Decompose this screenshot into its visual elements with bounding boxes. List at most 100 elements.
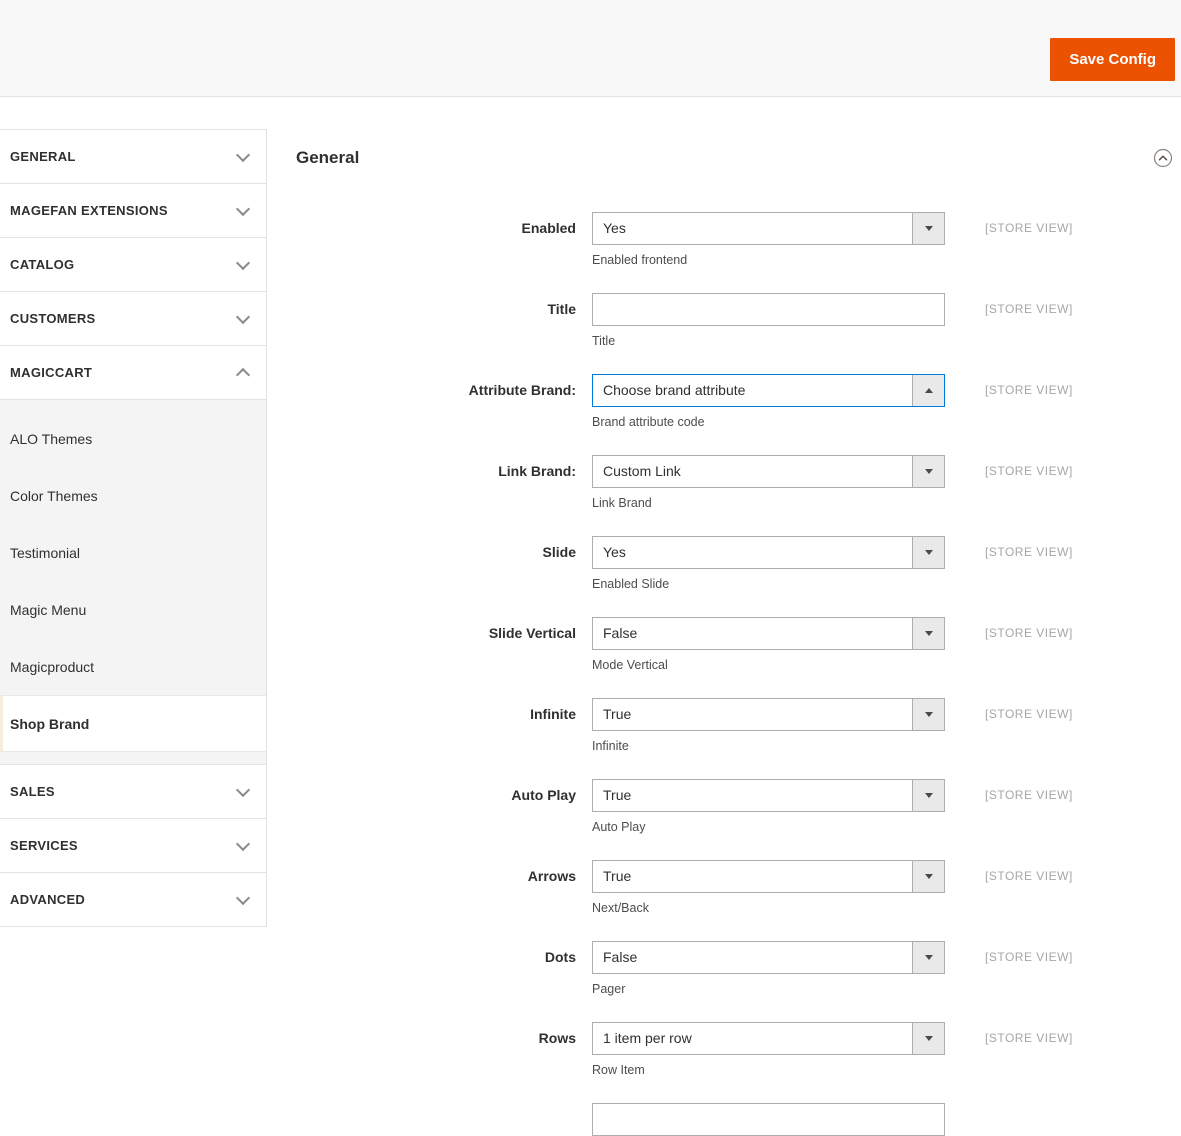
field-control: Yes Enabled Slide	[592, 536, 945, 592]
save-config-button[interactable]: Save Config	[1050, 38, 1175, 81]
field-hint: Enabled frontend	[592, 253, 688, 267]
dropdown-toggle-button[interactable]	[912, 618, 944, 649]
sidebar-item-magic-menu[interactable]: Magic Menu	[0, 581, 266, 638]
scope-label: [STORE VIEW]	[985, 383, 1073, 397]
sidebar-section-magefan-extensions[interactable]: MAGEFAN EXTENSIONS	[0, 184, 266, 238]
sidebar-item-magicproduct[interactable]: Magicproduct	[0, 638, 266, 695]
field-hint: Row Item	[592, 1063, 645, 1077]
select-value: Yes	[603, 544, 626, 560]
select-value: True	[603, 787, 632, 803]
field-label: Infinite	[530, 706, 576, 722]
sidebar-section-label: MAGICCART	[10, 365, 93, 380]
sidebar-section-label: CATALOG	[10, 257, 75, 272]
chevron-up-circle-icon	[1153, 148, 1173, 168]
dropdown-toggle-button[interactable]	[912, 699, 944, 730]
sidebar-item-shop-brand[interactable]: Shop Brand	[0, 695, 266, 752]
sidebar-item-label: Testimonial	[10, 544, 81, 561]
field-hint: Enabled Slide	[592, 577, 670, 591]
triangle-down-icon	[924, 955, 933, 960]
chevron-down-icon	[235, 782, 251, 797]
field-label: Slide	[542, 544, 576, 560]
triangle-up-icon	[924, 388, 933, 393]
field-row-dots: Dots False Pager [STORE VIEW]	[296, 941, 1181, 997]
field-control: Title	[592, 293, 945, 349]
field-hint: Link Brand	[592, 496, 652, 510]
select-slide[interactable]: Yes	[592, 536, 945, 569]
select-link-brand[interactable]: Custom Link	[592, 455, 945, 488]
select-rows[interactable]: 1 item per row	[592, 1022, 945, 1055]
dropdown-toggle-button[interactable]	[912, 1023, 944, 1054]
sidebar-item-color-themes[interactable]: Color Themes	[0, 467, 266, 524]
chevron-down-icon	[235, 147, 251, 162]
field-label: Enabled	[521, 220, 576, 236]
field-control: False Mode Vertical	[592, 617, 945, 673]
sidebar-section-label: GENERAL	[10, 149, 76, 164]
dropdown-toggle-button[interactable]	[912, 375, 944, 406]
text-input-title[interactable]	[592, 293, 945, 326]
select-attribute-brand[interactable]: Choose brand attribute	[592, 374, 945, 407]
select-dots[interactable]: False	[592, 941, 945, 974]
dropdown-toggle-button[interactable]	[912, 456, 944, 487]
field-row-slide-vertical: Slide Vertical False Mode Vertical [STORE V…	[296, 617, 1181, 673]
field-hint: Mode Vertical	[592, 658, 668, 672]
field-label: Slide Vertical	[488, 625, 576, 641]
field-hint: Infinite	[592, 739, 629, 753]
sidebar-item-label: Magicproduct	[10, 658, 95, 675]
sidebar-section-label: ADVANCED	[10, 892, 86, 907]
field-control: Custom Link Link Brand	[592, 455, 945, 511]
sidebar-item-label: Shop Brand	[10, 715, 90, 732]
field-label: Attribute Brand:	[468, 382, 576, 398]
field-control: True Next/Back	[592, 860, 945, 916]
scope-label: [STORE VIEW]	[985, 464, 1073, 478]
field-label: Dots	[544, 949, 576, 965]
next-field-input-partial[interactable]	[592, 1103, 945, 1136]
chevron-down-icon	[235, 836, 251, 851]
section-title: General	[296, 148, 360, 167]
dropdown-toggle-button[interactable]	[912, 780, 944, 811]
field-label: Title	[547, 301, 576, 317]
sidebar-section-label: SALES	[10, 784, 55, 799]
sidebar-section-sales[interactable]: SALES	[0, 765, 266, 819]
select-enabled[interactable]: Yes	[592, 212, 945, 245]
field-control: 1 item per row Row Item	[592, 1022, 945, 1078]
sidebar-section-catalog[interactable]: CATALOG	[0, 238, 266, 292]
select-auto-play[interactable]: True	[592, 779, 945, 812]
triangle-down-icon	[924, 469, 933, 474]
sidebar-section-customers[interactable]: CUSTOMERS	[0, 292, 266, 346]
scope-label: [STORE VIEW]	[985, 626, 1073, 640]
chevron-down-icon	[235, 309, 251, 324]
select-value: Yes	[603, 220, 626, 236]
sidebar-item-testimonial[interactable]: Testimonial	[0, 524, 266, 581]
dropdown-toggle-button[interactable]	[912, 213, 944, 244]
select-value: True	[603, 706, 632, 722]
sidebar-subpanel: ALO Themes Color Themes Testimonial Magic M…	[0, 400, 266, 765]
select-value: True	[603, 868, 632, 884]
select-value: False	[603, 949, 638, 965]
field-row-auto-play: Auto Play True Auto Play [STORE VIEW]	[296, 779, 1181, 835]
sidebar-section-services[interactable]: SERVICES	[0, 819, 266, 873]
select-infinite[interactable]: True	[592, 698, 945, 731]
field-row-link-brand: Link Brand: Custom Link Link Brand [STORE V…	[296, 455, 1181, 511]
config-sidebar: GENERAL MAGEFAN EXTENSIONS CATALOG CUSTOMER…	[0, 129, 267, 927]
field-label: Arrows	[527, 868, 576, 884]
dropdown-toggle-button[interactable]	[912, 537, 944, 568]
scope-label: [STORE VIEW]	[985, 221, 1073, 235]
scope-label: [STORE VIEW]	[985, 707, 1073, 721]
dropdown-toggle-button[interactable]	[912, 861, 944, 892]
fields-list: Enabled Yes Enabled frontend [STORE VIEW] Ti…	[296, 212, 1181, 1078]
field-label: Auto Play	[511, 787, 576, 803]
field-row-enabled: Enabled Yes Enabled frontend [STORE VIEW]	[296, 212, 1181, 268]
field-label: Rows	[538, 1030, 576, 1046]
section-title-row: General	[296, 146, 1181, 170]
field-label: Link Brand:	[498, 463, 576, 479]
config-section: General Enabled Yes Enabled frontend [STORE…	[296, 146, 1181, 1136]
select-arrows[interactable]: True	[592, 860, 945, 893]
sidebar-section-advanced[interactable]: ADVANCED	[0, 873, 266, 927]
sidebar-section-general[interactable]: GENERAL	[0, 130, 266, 184]
dropdown-toggle-button[interactable]	[912, 942, 944, 973]
select-slide-vertical[interactable]: False	[592, 617, 945, 650]
sidebar-section-magiccart[interactable]: MAGICCART	[0, 346, 266, 400]
sidebar-item-alo-themes[interactable]: ALO Themes	[0, 410, 266, 467]
select-value: Custom Link	[603, 463, 681, 479]
collapse-section-button[interactable]	[1153, 148, 1173, 168]
